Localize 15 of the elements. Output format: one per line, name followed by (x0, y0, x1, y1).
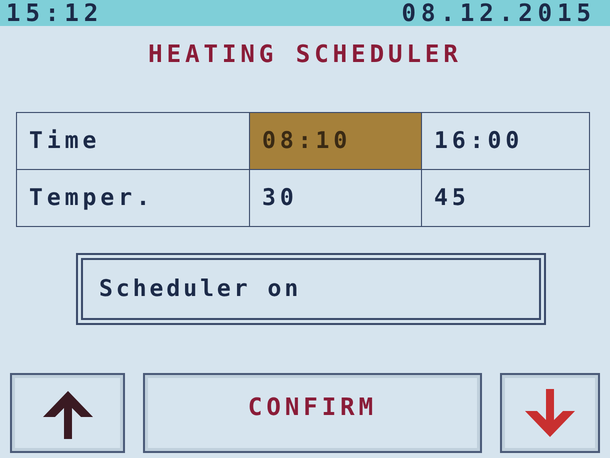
confirm-button[interactable]: CONFIRM (143, 373, 482, 453)
value-cell[interactable]: 45 (421, 170, 589, 226)
down-button[interactable] (500, 373, 600, 453)
value-cell[interactable]: 30 (249, 170, 421, 226)
screen-title: HEATING SCHEDULER (147, 40, 463, 68)
up-arrow-icon (40, 389, 94, 439)
clock-time: 15:12 (6, 0, 104, 27)
date-text: 08.12.2015 (402, 0, 596, 27)
value-cell[interactable]: 08:10 (249, 113, 421, 169)
scheduler-toggle[interactable]: Scheduler on (81, 258, 541, 320)
down-arrow-icon (523, 389, 577, 439)
row-label: Temper. (28, 184, 155, 213)
value-cell[interactable]: 16:00 (421, 113, 589, 169)
row-label: Time (28, 127, 102, 156)
up-button[interactable] (10, 373, 125, 453)
